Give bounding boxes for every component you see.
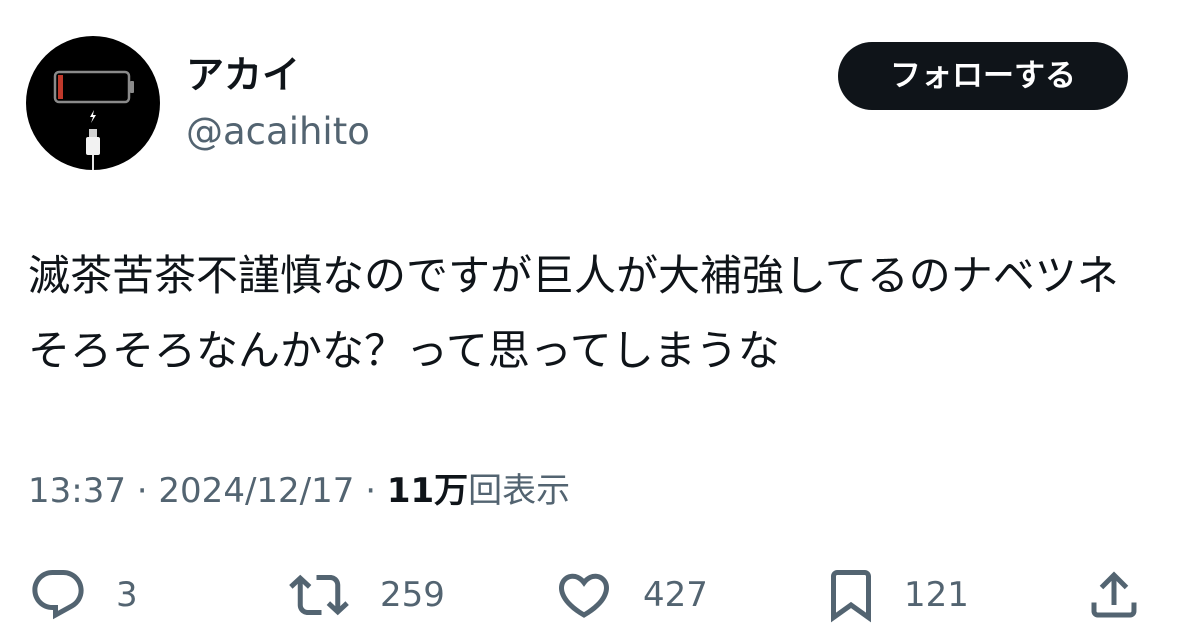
retweet-count: 259	[380, 575, 445, 615]
meta-separator: ·	[354, 471, 387, 511]
reply-count: 3	[116, 575, 138, 615]
retweet-icon	[286, 565, 352, 625]
user-handle[interactable]: @acaihito	[186, 108, 370, 156]
retweet-button[interactable]: 259	[286, 560, 445, 630]
follow-button[interactable]: フォローする	[838, 42, 1128, 110]
empty-battery-charging-icon	[53, 70, 134, 170]
views-label: 回表示	[468, 471, 571, 511]
display-name[interactable]: アカイ	[186, 50, 300, 100]
meta-separator: ·	[125, 471, 159, 511]
bookmark-button[interactable]: 121	[826, 560, 969, 630]
views-count: 11万	[386, 471, 469, 511]
bookmark-icon	[826, 565, 876, 625]
share-button[interactable]	[1084, 560, 1144, 630]
tweet-time[interactable]: 13:37	[28, 471, 126, 511]
avatar[interactable]	[26, 36, 160, 170]
tweet-text: 滅茶苦茶不謹慎なのですが巨人が大補強してるのナベツネそろそろなんかな？って思って…	[28, 251, 1119, 375]
tweet-date[interactable]: 2024/12/17	[158, 471, 354, 511]
share-icon	[1084, 565, 1144, 625]
tweet-meta: 13:37 · 2024/12/17 · 11万回表示	[28, 466, 570, 516]
like-count: 427	[643, 575, 708, 615]
action-bar: 3 259 427 121	[0, 560, 1179, 630]
like-button[interactable]: 427	[553, 560, 708, 630]
heart-icon	[553, 565, 615, 625]
reply-button[interactable]: 3	[28, 560, 138, 630]
tweet-card: アカイ @acaihito フォローする 滅茶苦茶不謹慎なのですが巨人が大補強し…	[0, 0, 1179, 637]
bookmark-count: 121	[904, 575, 969, 615]
reply-icon	[28, 565, 88, 625]
